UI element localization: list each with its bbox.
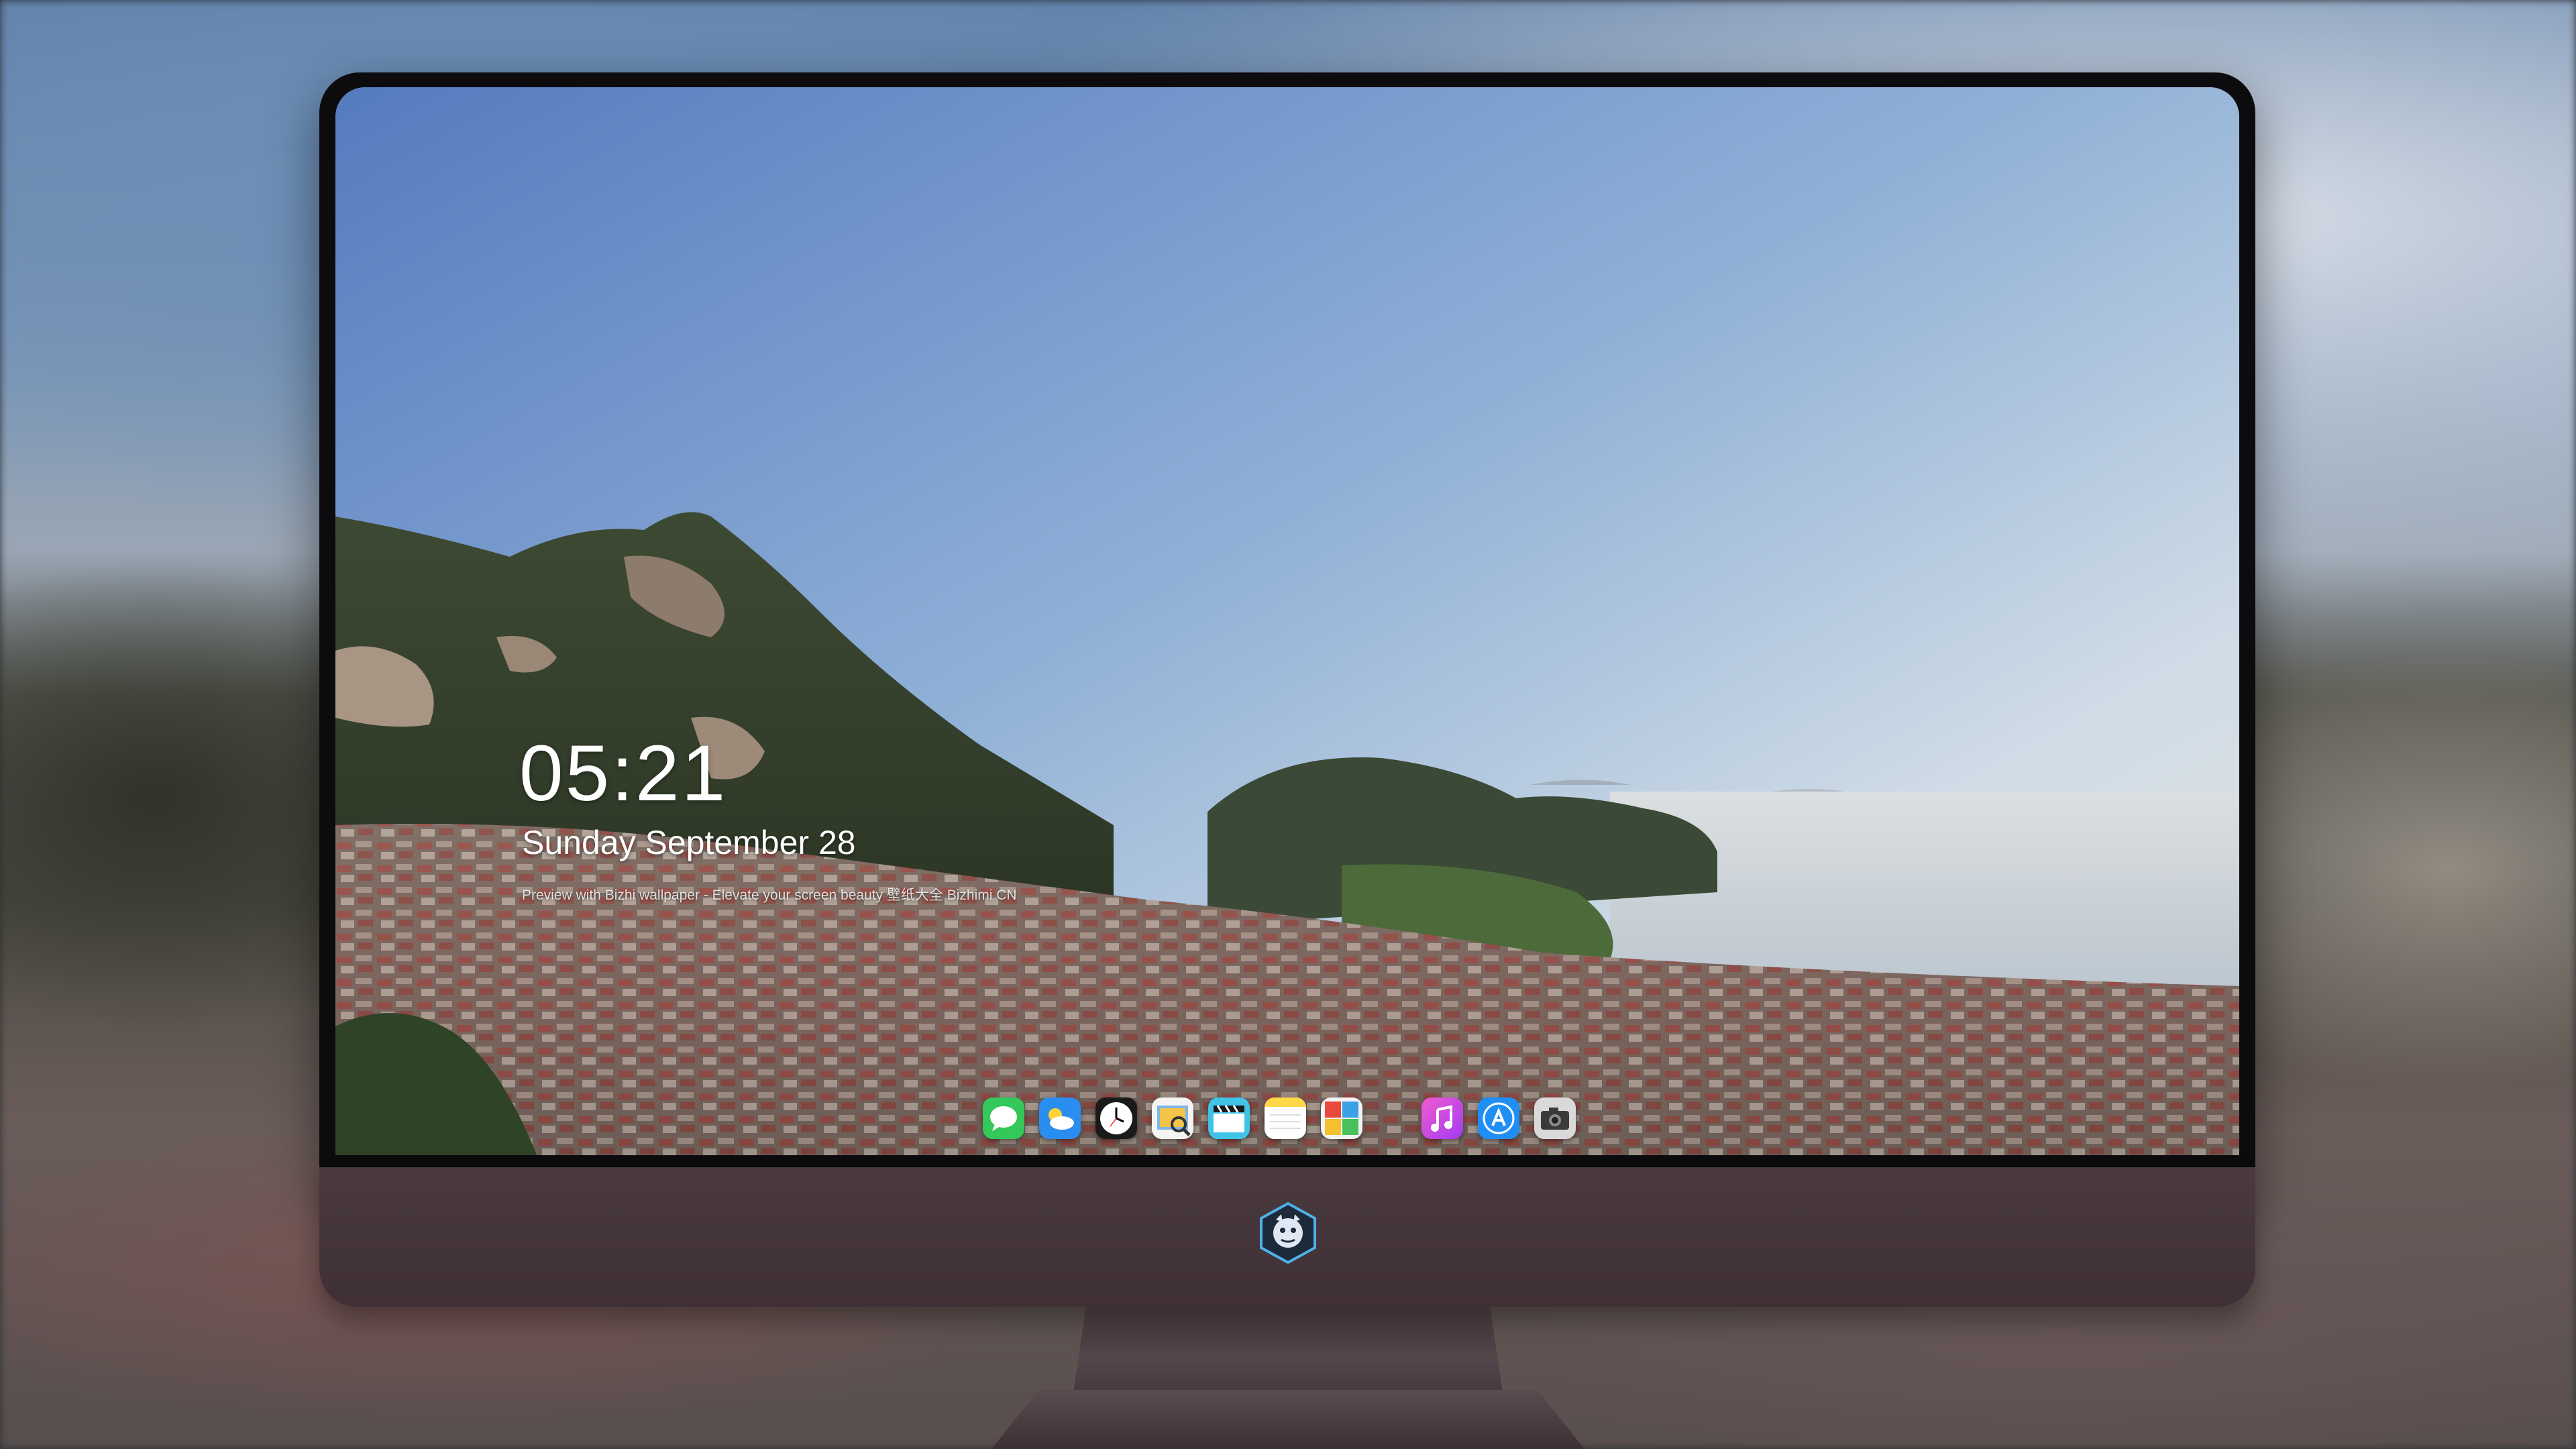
camera-icon[interactable] (1534, 1097, 1576, 1139)
brand-logo (1260, 1201, 1316, 1265)
clapper-icon[interactable] (1208, 1097, 1250, 1139)
wallpaper-landscape (335, 87, 2239, 1155)
monitor-screen: 05:21 Sunday September 28 Preview with B… (335, 87, 2239, 1155)
lock-date: Sunday September 28 (522, 824, 856, 861)
messages-icon[interactable] (983, 1097, 1024, 1139)
desktop-stage: 05:21 Sunday September 28 Preview with B… (0, 0, 2576, 1449)
monitor-stand-neck (1073, 1305, 1503, 1393)
preview-icon[interactable] (1152, 1097, 1193, 1139)
app-store-icon[interactable] (1478, 1097, 1519, 1139)
weather-icon[interactable] (1039, 1097, 1081, 1139)
dock (983, 1091, 1576, 1145)
music-note-icon[interactable] (1421, 1097, 1463, 1139)
clock-icon[interactable] (1095, 1097, 1137, 1139)
monitor-stand-base (991, 1390, 1585, 1449)
notes-icon[interactable] (1265, 1097, 1306, 1139)
wallpaper-tagline: Preview with Bizhi wallpaper - Elevate y… (522, 888, 1017, 903)
photo-booth-icon[interactable] (1321, 1097, 1362, 1139)
lock-clock: 05:21 (519, 729, 728, 818)
